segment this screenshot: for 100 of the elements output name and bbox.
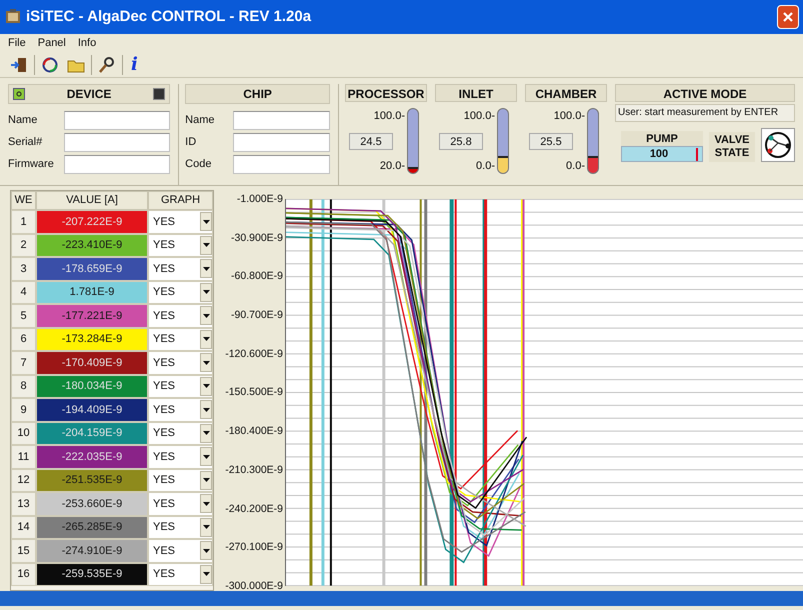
row-number: 11 [11,445,36,468]
field-label: Name [185,112,216,128]
scale-label: 0.0- [566,158,585,174]
panel-title: DEVICE [66,86,112,103]
row-number: 9 [11,398,36,422]
field-label: Code [185,156,212,172]
dropdown-arrow-icon [202,314,210,318]
graph-dropdown[interactable]: YES [148,328,213,351]
dropdown-arrow-icon [202,266,210,271]
dropdown-arrow-icon [202,478,210,482]
info-button[interactable]: i [127,56,142,74]
axis-label: -60.800E-9 [231,269,283,284]
graph-dropdown[interactable]: YES [148,468,213,492]
value-cell: -253.660E-9 [36,492,148,516]
row-number: 16 [11,562,36,586]
graph-dropdown[interactable]: YES [148,516,213,539]
input-field[interactable] [64,110,170,130]
scale-label: 0.0- [476,158,495,174]
app-icon [4,8,22,26]
row-number: 7 [11,351,36,374]
scale-label: 100.0- [374,109,405,124]
graph-dropdown[interactable]: YES [148,210,213,234]
panel-title: CHIP [242,86,273,103]
axis-label: -240.200E-9 [225,502,283,516]
graph-dropdown[interactable]: YES [148,304,213,328]
row-number: 13 [11,492,36,516]
refresh-icon [41,56,59,74]
gauge-title: INLET [435,84,517,102]
row-number: 14 [11,516,36,539]
dropdown-arrow-icon [202,525,210,530]
thermometer [407,108,419,174]
column-header: GRAPH [148,191,213,210]
graph-dropdown[interactable]: YES [148,398,213,422]
dropdown-arrow-icon [202,220,210,224]
close-button[interactable] [777,5,799,29]
graph-dropdown[interactable]: YES [148,562,213,586]
dropdown-arrow-icon [202,243,210,248]
graph-dropdown[interactable]: YES [148,492,213,516]
graph-dropdown[interactable]: YES [148,234,213,257]
graph-dropdown[interactable]: YES [148,351,213,374]
axis-label: -90.700E-9 [231,308,283,322]
value-display: 24.5 [349,132,393,150]
row-number: 6 [11,328,36,351]
graph-dropdown[interactable]: YES [148,374,213,398]
row-number: 10 [11,422,36,445]
axis-label: -270.100E-9 [225,540,283,554]
column-header: VALUE [A] [36,191,148,210]
scale-label: 100.0- [464,109,495,124]
value-cell: -204.159E-9 [36,422,148,445]
axis-label: -150.500E-9 [225,385,283,400]
menu-item[interactable]: File [8,34,26,52]
pump-label: PUMP [621,131,703,146]
graph-dropdown[interactable]: YES [148,445,213,468]
input-field[interactable] [64,132,170,152]
input-field[interactable] [233,132,330,152]
dropdown-arrow-icon [202,290,210,294]
menu-item[interactable]: Info [78,34,96,52]
input-field[interactable] [233,154,330,174]
window-title: iSiTEC - AlgaDec CONTROL - REV 1.20a [26,6,312,27]
row-number: 15 [11,539,36,562]
value-cell: -194.409E-9 [36,398,148,422]
scale-label: 20.0- [380,158,405,174]
dropdown-arrow-icon [202,431,210,436]
input-field[interactable] [64,154,170,174]
graph-dropdown[interactable]: YES [148,280,213,304]
gauge-title: PROCESSOR [345,84,427,102]
axis-label: -1.000E-9 [236,192,283,206]
row-number: 1 [11,210,36,234]
status-message: User: start measurement by ENTER [615,104,795,122]
menu-item[interactable]: Panel [38,34,66,52]
row-number: 8 [11,374,36,398]
value-cell: -180.034E-9 [36,374,148,398]
dropdown-arrow-icon [202,384,210,388]
dropdown-arrow-icon [202,454,210,459]
gauge-title: CHAMBER [525,84,607,102]
row-number: 12 [11,468,36,492]
value-cell: -177.221E-9 [36,304,148,328]
dropdown-arrow-icon [202,548,210,553]
value-cell: -274.910E-9 [36,539,148,562]
axis-label: -120.600E-9 [225,346,283,361]
value-cell: -251.535E-9 [36,468,148,492]
input-field[interactable] [233,110,330,130]
value-cell: 1.781E-9 [36,280,148,304]
field-label: Firmware [8,156,55,172]
dropdown-arrow-icon [202,360,210,365]
value-cell: -207.222E-9 [36,210,148,234]
value-cell: -222.035E-9 [36,445,148,468]
value-cell: -178.659E-9 [36,257,148,280]
dropdown-arrow-icon [202,408,210,412]
value-display: 25.5 [529,132,573,150]
thermometer [587,108,599,174]
row-number: 4 [11,280,36,304]
field-label: Name [8,112,38,128]
graph-dropdown[interactable]: YES [148,422,213,445]
dropdown-arrow-icon [202,572,210,576]
graph-dropdown[interactable]: YES [148,539,213,562]
dropdown-arrow-icon [202,502,210,506]
dropdown-arrow-icon [202,337,210,342]
graph-dropdown[interactable]: YES [148,257,213,280]
value-cell: -170.409E-9 [36,351,148,374]
